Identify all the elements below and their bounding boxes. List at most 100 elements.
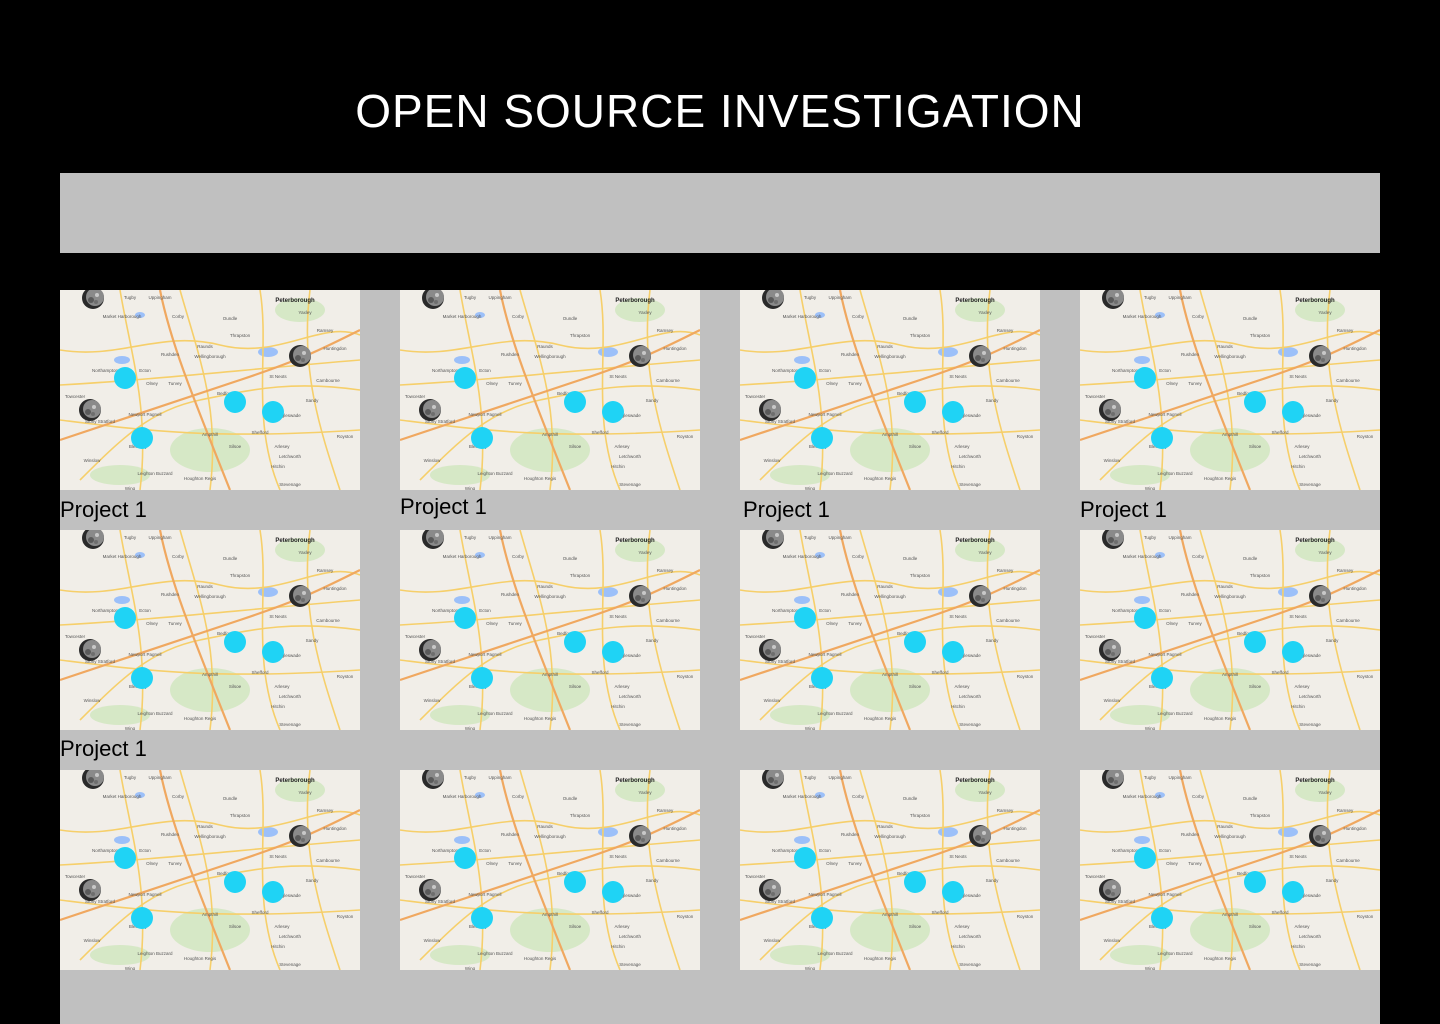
location-marker[interactable] [794, 607, 816, 629]
project-title[interactable]: Project 1 [400, 494, 487, 520]
project-map-card[interactable]: Peterborough Uppingham Tugby Market Harboro… [60, 770, 360, 970]
location-marker[interactable] [114, 847, 136, 869]
town-label: Market Harborough [103, 554, 142, 559]
location-marker[interactable] [942, 641, 964, 663]
location-marker[interactable] [224, 631, 246, 653]
moon-marker-icon[interactable] [419, 639, 441, 661]
moon-marker-icon[interactable] [79, 639, 101, 661]
location-marker[interactable] [1151, 667, 1173, 689]
project-map-card[interactable]: Peterborough Uppingham Tugby Market Harboro… [400, 530, 700, 730]
location-marker[interactable] [811, 427, 833, 449]
location-marker[interactable] [602, 401, 624, 423]
project-map-card[interactable]: Peterborough Uppingham Tugby Market Harboro… [740, 530, 1040, 730]
project-map-card[interactable]: Peterborough Uppingham Tugby Market Harboro… [1080, 770, 1380, 970]
location-marker[interactable] [794, 367, 816, 389]
location-marker[interactable] [1134, 607, 1156, 629]
location-marker[interactable] [131, 667, 153, 689]
location-marker[interactable] [1151, 907, 1173, 929]
moon-marker-icon[interactable] [79, 879, 101, 901]
project-map-card[interactable]: Peterborough Uppingham Tugby Market Harboro… [1080, 530, 1380, 730]
location-marker[interactable] [904, 871, 926, 893]
location-marker[interactable] [811, 907, 833, 929]
location-marker[interactable] [1134, 367, 1156, 389]
location-marker[interactable] [131, 427, 153, 449]
moon-marker-icon[interactable] [759, 399, 781, 421]
project-map-card[interactable]: Peterborough Uppingham Tugby Market Harboro… [1080, 290, 1380, 490]
location-marker[interactable] [1244, 391, 1266, 413]
location-marker[interactable] [564, 631, 586, 653]
location-marker[interactable] [454, 367, 476, 389]
location-marker[interactable] [1282, 881, 1304, 903]
location-marker[interactable] [471, 667, 493, 689]
location-marker[interactable] [1134, 847, 1156, 869]
location-marker[interactable] [224, 391, 246, 413]
location-marker[interactable] [564, 871, 586, 893]
moon-marker-icon[interactable] [79, 399, 101, 421]
location-marker[interactable] [602, 881, 624, 903]
project-title[interactable]: Project 1 [60, 497, 147, 523]
project-map-card[interactable]: Peterborough Uppingham Tugby Market Harboro… [400, 770, 700, 970]
moon-marker-icon[interactable] [629, 345, 651, 367]
location-marker[interactable] [262, 641, 284, 663]
location-marker[interactable] [1282, 401, 1304, 423]
moon-marker-icon[interactable] [419, 879, 441, 901]
town-label: Raunds [197, 584, 213, 589]
moon-marker-icon[interactable] [969, 345, 991, 367]
location-marker[interactable] [811, 667, 833, 689]
project-title[interactable]: Project 1 [60, 736, 147, 762]
moon-marker-icon[interactable] [759, 639, 781, 661]
location-marker[interactable] [1244, 631, 1266, 653]
moon-marker-icon[interactable] [759, 879, 781, 901]
location-marker[interactable] [471, 427, 493, 449]
town-label: Market Harborough [1123, 314, 1162, 319]
location-marker[interactable] [904, 631, 926, 653]
town-label: Olney [1166, 861, 1179, 866]
location-marker[interactable] [794, 847, 816, 869]
moon-marker-icon[interactable] [1309, 345, 1331, 367]
moon-marker-icon[interactable] [289, 345, 311, 367]
town-label: St Neots [269, 854, 287, 859]
project-map-card[interactable]: Peterborough Uppingham Tugby Market Harboro… [60, 290, 360, 490]
location-marker[interactable] [471, 907, 493, 929]
location-marker[interactable] [942, 881, 964, 903]
location-marker[interactable] [904, 391, 926, 413]
project-title[interactable]: Project 1 [1080, 497, 1167, 523]
moon-marker-icon[interactable] [1309, 825, 1331, 847]
location-marker[interactable] [224, 871, 246, 893]
town-label: Letchworth [959, 694, 982, 699]
location-marker[interactable] [1244, 871, 1266, 893]
moon-marker-icon[interactable] [629, 585, 651, 607]
moon-marker-icon[interactable] [1099, 879, 1121, 901]
location-marker[interactable] [1282, 641, 1304, 663]
location-marker[interactable] [942, 401, 964, 423]
town-label: Tugby [464, 775, 477, 780]
location-marker[interactable] [114, 607, 136, 629]
moon-marker-icon[interactable] [969, 585, 991, 607]
project-map-card[interactable]: Peterborough Uppingham Tugby Market Harboro… [740, 770, 1040, 970]
project-title[interactable]: Project 1 [743, 497, 830, 523]
project-map-card[interactable]: Peterborough Uppingham Tugby Market Harboro… [60, 530, 360, 730]
moon-marker-icon[interactable] [1099, 399, 1121, 421]
location-marker[interactable] [262, 881, 284, 903]
moon-marker-icon[interactable] [969, 825, 991, 847]
location-marker[interactable] [131, 907, 153, 929]
location-marker[interactable] [454, 607, 476, 629]
location-marker[interactable] [114, 367, 136, 389]
town-label: Thrapston [230, 333, 251, 338]
location-marker[interactable] [602, 641, 624, 663]
moon-marker-icon[interactable] [289, 585, 311, 607]
town-label: Yaxley [638, 310, 652, 315]
moon-marker-icon[interactable] [1099, 639, 1121, 661]
moon-marker-icon[interactable] [289, 825, 311, 847]
town-label: Northampton [1112, 848, 1139, 853]
moon-marker-icon[interactable] [629, 825, 651, 847]
location-marker[interactable] [1151, 427, 1173, 449]
moon-marker-icon[interactable] [1309, 585, 1331, 607]
location-marker[interactable] [564, 391, 586, 413]
location-marker[interactable] [454, 847, 476, 869]
project-map-card[interactable]: Peterborough Uppingham Tugby Market Harboro… [740, 290, 1040, 490]
location-marker[interactable] [262, 401, 284, 423]
project-map-card[interactable]: Peterborough Uppingham Tugby Market Harboro… [400, 290, 700, 490]
search-bar[interactable] [60, 173, 1380, 253]
moon-marker-icon[interactable] [419, 399, 441, 421]
